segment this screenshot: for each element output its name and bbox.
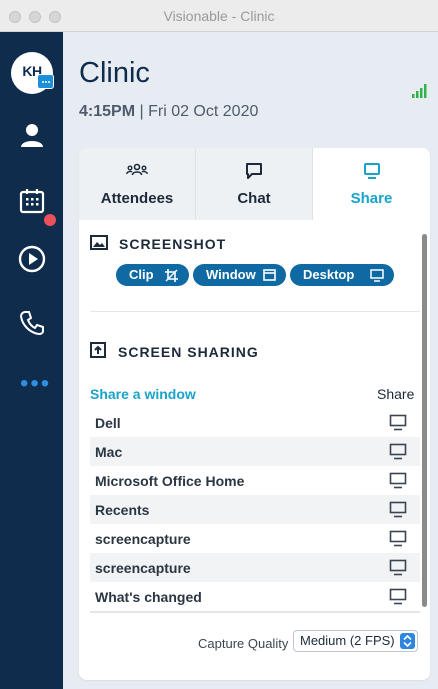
window-icon bbox=[263, 269, 276, 281]
share-monitor-icon[interactable] bbox=[389, 501, 407, 518]
chat-badge-icon bbox=[37, 74, 54, 89]
share-monitor-icon[interactable] bbox=[389, 472, 407, 489]
capture-quality-select[interactable]: Medium (2 FPS) bbox=[293, 630, 418, 652]
avatar[interactable]: KH bbox=[11, 52, 54, 94]
window-name: screencapture bbox=[95, 531, 191, 547]
window-button[interactable]: Window bbox=[193, 264, 286, 286]
page-title: Clinic bbox=[79, 57, 150, 89]
share-upload-icon bbox=[90, 342, 106, 358]
tab-attendees-label: Attendees bbox=[100, 190, 174, 207]
window-row[interactable]: What's changed bbox=[90, 582, 420, 611]
attendees-icon bbox=[126, 163, 148, 176]
crop-icon bbox=[165, 269, 178, 282]
capture-quality-value: Medium (2 FPS) bbox=[300, 633, 395, 648]
tab-share[interactable]: Share bbox=[313, 148, 430, 220]
calendar-icon[interactable] bbox=[16, 185, 48, 217]
tab-bar: Attendees Chat Share bbox=[79, 148, 430, 220]
phone-icon[interactable] bbox=[16, 307, 48, 339]
window-name: Dell bbox=[95, 415, 121, 431]
desktop-button-label: Desktop bbox=[303, 267, 355, 282]
tab-share-label: Share bbox=[350, 190, 393, 207]
tab-chat[interactable]: Chat bbox=[196, 148, 313, 220]
share-content: SCREENSHOT Clip Window Desktop SCREEN SH… bbox=[79, 220, 430, 680]
monitor-icon bbox=[370, 269, 384, 282]
signal-strength-icon bbox=[412, 84, 427, 98]
share-window-header: Share a window bbox=[90, 386, 196, 402]
tab-attendees[interactable]: Attendees bbox=[79, 148, 196, 220]
play-icon[interactable] bbox=[16, 243, 48, 275]
screen-sharing-title: SCREEN SHARING bbox=[118, 344, 259, 360]
chat-icon bbox=[246, 163, 262, 179]
window-name: Recents bbox=[95, 502, 150, 518]
share-panel: Attendees Chat Share SCREENSHOT Clip Win… bbox=[79, 148, 430, 680]
share-monitor-icon[interactable] bbox=[389, 559, 407, 576]
monitor-icon bbox=[363, 163, 380, 179]
meeting-date: | Fri 02 Oct 2020 bbox=[139, 103, 259, 120]
share-monitor-icon[interactable] bbox=[389, 414, 407, 431]
share-monitor-icon[interactable] bbox=[389, 530, 407, 547]
notification-dot bbox=[44, 214, 56, 226]
section-divider bbox=[90, 311, 420, 312]
meeting-datetime: 4:15PM | Fri 02 Oct 2020 bbox=[79, 103, 258, 121]
tab-chat-label: Chat bbox=[237, 190, 271, 207]
window-name: Microsoft Office Home bbox=[95, 473, 245, 489]
screenshot-title: SCREENSHOT bbox=[119, 236, 227, 252]
window-name: screencapture bbox=[95, 560, 191, 576]
window-row[interactable]: screencapture bbox=[90, 524, 420, 553]
capture-quality-label: Capture Quality bbox=[198, 636, 289, 651]
window-row[interactable]: Mac bbox=[90, 437, 420, 466]
share-monitor-icon[interactable] bbox=[389, 443, 407, 460]
person-icon[interactable] bbox=[16, 120, 48, 152]
more-icon[interactable]: ••• bbox=[20, 372, 51, 396]
window-title: Visionable - Clinic bbox=[163, 8, 275, 24]
clip-button-label: Clip bbox=[129, 267, 154, 282]
window-row[interactable]: Recents bbox=[90, 495, 420, 524]
window-button-label: Window bbox=[206, 267, 256, 282]
window-row[interactable]: screencapture bbox=[90, 553, 420, 582]
scrollbar[interactable] bbox=[422, 234, 427, 607]
title-bar: Visionable - Clinic bbox=[0, 0, 438, 32]
select-arrows-icon bbox=[400, 633, 415, 649]
window-name: What's changed bbox=[95, 589, 202, 605]
clip-button[interactable]: Clip bbox=[116, 264, 189, 286]
share-monitor-icon[interactable] bbox=[389, 588, 407, 605]
list-bottom-divider bbox=[90, 611, 420, 613]
image-icon bbox=[90, 235, 108, 250]
window-row[interactable]: Dell bbox=[90, 408, 420, 437]
share-column-header: Share bbox=[377, 386, 415, 402]
window-name: Mac bbox=[95, 444, 123, 460]
meeting-time: 4:15PM bbox=[79, 103, 136, 120]
window-row[interactable]: Microsoft Office Home bbox=[90, 466, 420, 495]
sidebar: KH ••• bbox=[0, 32, 63, 689]
desktop-button[interactable]: Desktop bbox=[290, 264, 394, 286]
